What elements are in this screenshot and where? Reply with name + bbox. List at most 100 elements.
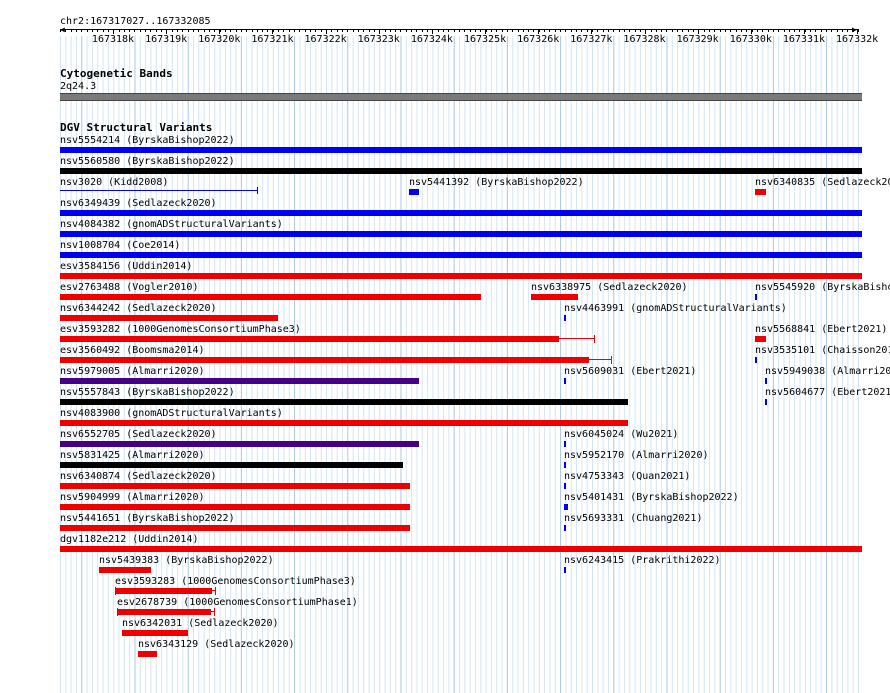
feature-bar[interactable]: [60, 546, 862, 552]
ruler-minor-tick: [788, 30, 790, 32]
feature-bar[interactable]: [564, 525, 566, 531]
feature-label: nsv5979005 (Almarri2020): [60, 366, 205, 377]
ruler-minor-tick: [639, 30, 641, 32]
ruler-minor-tick: [533, 30, 535, 32]
ruler-minor-tick: [278, 30, 280, 32]
feature-bar[interactable]: [60, 462, 403, 468]
feature-bar[interactable]: [564, 462, 566, 468]
ruler-minor-tick: [432, 30, 434, 32]
ruler-minor-tick: [347, 30, 349, 32]
feature-label: nsv5554214 (ByrskaBishop2022): [60, 135, 235, 146]
ruler-minor-tick: [65, 30, 67, 32]
ruler-minor-tick: [623, 30, 625, 32]
feature-bar[interactable]: [564, 315, 566, 321]
feature-bar[interactable]: [564, 504, 568, 510]
ruler-minor-tick: [113, 30, 115, 32]
feature-bar[interactable]: [755, 189, 766, 195]
feature-bar[interactable]: [60, 399, 628, 405]
feature-bar[interactable]: [138, 651, 157, 657]
feature-bar[interactable]: [60, 441, 419, 447]
ruler-minor-tick: [485, 30, 487, 32]
feature-bar[interactable]: [755, 294, 757, 300]
feature-bar[interactable]: [60, 210, 862, 216]
feature-bar[interactable]: [564, 567, 566, 573]
ruler-minor-tick: [373, 30, 375, 32]
ruler-minor-tick: [283, 30, 285, 32]
ruler-minor-tick: [512, 30, 514, 32]
feature-label: esv2763488 (Vogler2010): [60, 282, 199, 293]
cytoband-label: 2q24.3: [60, 81, 97, 92]
feature-bar[interactable]: [60, 483, 410, 489]
feature-label: nsv5545920 (ByrskaBishop2022): [755, 282, 890, 293]
feature-bar[interactable]: [755, 336, 766, 342]
feature-bar[interactable]: [60, 147, 862, 153]
ruler-minor-tick: [666, 30, 668, 32]
ruler-minor-tick: [86, 30, 88, 32]
feature-label: nsv5949038 (Almarri2020): [765, 366, 890, 377]
feature-bar[interactable]: [60, 378, 419, 384]
feature-bar[interactable]: [115, 588, 212, 594]
feature-label: nsv5560580 (ByrskaBishop2022): [60, 156, 235, 167]
ruler-minor-tick: [411, 30, 413, 32]
ruler-tick-label: 167331k: [782, 34, 826, 45]
feature-bar[interactable]: [531, 294, 578, 300]
ruler-minor-tick: [815, 30, 817, 32]
ruler-minor-tick: [576, 30, 578, 32]
ruler-minor-tick: [490, 30, 492, 32]
feature-bar[interactable]: [60, 273, 862, 279]
ruler-minor-tick: [698, 30, 700, 32]
feature-label: nsv5904999 (Almarri2020): [60, 492, 205, 503]
feature-bar[interactable]: [564, 441, 566, 447]
ruler-minor-tick: [352, 30, 354, 32]
feature-bar[interactable]: [765, 378, 767, 384]
feature-bar[interactable]: [60, 190, 258, 191]
cytoband-bar[interactable]: [60, 93, 862, 101]
ruler-tick-label: 167324k: [410, 34, 453, 45]
feature-bar[interactable]: [60, 294, 481, 300]
ruler-minor-tick: [129, 30, 131, 32]
ruler-minor-tick: [756, 30, 758, 32]
feature-bar[interactable]: [409, 189, 419, 195]
feature-bar[interactable]: [564, 378, 566, 384]
feature-bar[interactable]: [60, 504, 410, 510]
feature-bar[interactable]: [60, 336, 559, 342]
ruler-minor-tick: [565, 30, 567, 32]
ruler-minor-tick: [97, 30, 99, 32]
ruler-minor-tick: [161, 30, 163, 32]
feature-label: nsv6340835 (Sedlazeck2020): [755, 177, 890, 188]
ruler-minor-tick: [427, 30, 429, 32]
ruler-tick-label: 167330k: [729, 34, 772, 45]
feature-label: nsv5952170 (Almarri2020): [564, 450, 709, 461]
feature-bar[interactable]: [564, 483, 566, 489]
feature-bar[interactable]: [60, 420, 628, 426]
feature-bar[interactable]: [60, 315, 278, 321]
cytoband-track-title: Cytogenetic Bands: [60, 67, 173, 80]
feature-bar[interactable]: [755, 357, 757, 363]
ruler-minor-tick: [703, 30, 705, 32]
feature-bar[interactable]: [122, 630, 188, 636]
feature-bar[interactable]: [60, 357, 589, 363]
feature-bar[interactable]: [117, 609, 211, 615]
ruler-minor-tick: [693, 30, 695, 32]
ruler-minor-tick: [91, 30, 93, 32]
feature-bar[interactable]: [60, 525, 410, 531]
ruler-minor-tick: [310, 30, 312, 32]
feature-bar[interactable]: [60, 231, 862, 237]
feature-bar[interactable]: [60, 252, 862, 258]
ruler-minor-tick: [820, 30, 822, 32]
ruler-tick-label: 167322k: [304, 34, 347, 45]
feature-label: nsv6045024 (Wu2021): [564, 429, 679, 440]
ruler-minor-tick: [272, 30, 274, 32]
ruler-minor-tick: [139, 30, 141, 32]
ruler-minor-tick: [421, 30, 423, 32]
feature-bar[interactable]: [99, 567, 151, 573]
ruler-minor-tick: [714, 30, 716, 32]
feature-bar[interactable]: [765, 399, 767, 405]
ruler-minor-tick: [214, 30, 216, 32]
ruler-minor-tick: [256, 30, 258, 32]
feature-bar[interactable]: [60, 168, 862, 174]
ruler-minor-tick: [746, 30, 748, 32]
feature-label: nsv5439383 (ByrskaBishop2022): [99, 555, 274, 566]
ruler-minor-tick: [549, 30, 551, 32]
ruler-minor-tick: [187, 30, 189, 32]
